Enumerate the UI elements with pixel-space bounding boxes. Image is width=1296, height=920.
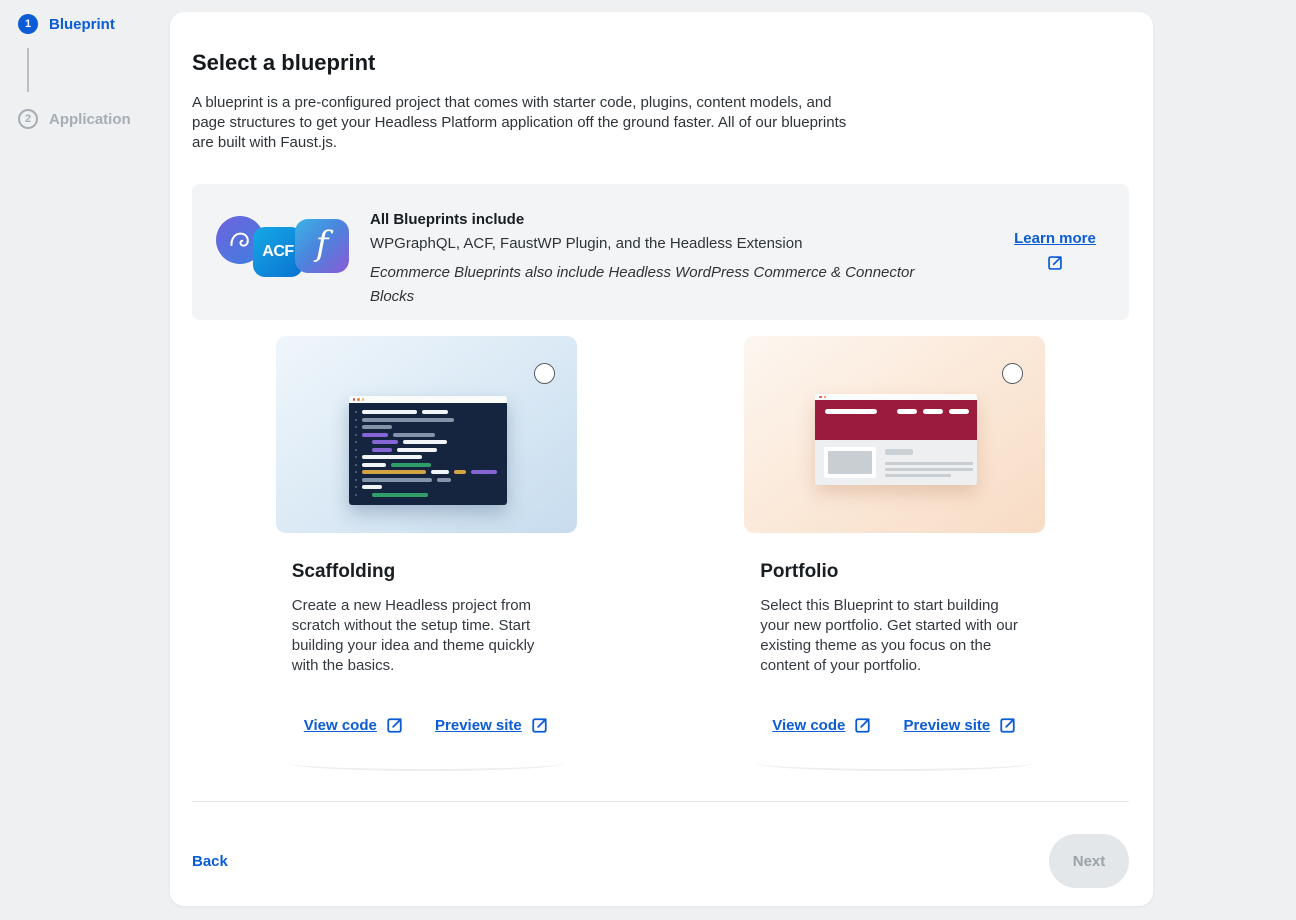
portfolio-radio-button[interactable]	[1002, 363, 1023, 384]
back-button[interactable]: Back	[192, 853, 228, 870]
website-mockup	[815, 394, 977, 485]
scaffolding-radio-button[interactable]	[534, 363, 555, 384]
include-box-title: All Blueprints include	[370, 212, 1005, 228]
stepper-step-blueprint[interactable]: 1 Blueprint	[18, 14, 131, 34]
blueprints-include-box: ACF f All Blueprints include WPGraphQL, …	[192, 184, 1129, 320]
faustjs-logo-icon: f	[295, 219, 349, 273]
step-1-label: Blueprint	[49, 16, 115, 33]
card-bottom-divider	[756, 763, 1033, 771]
include-box-text: All Blueprints include WPGraphQL, ACF, F…	[370, 208, 1005, 309]
editor-titlebar	[349, 396, 507, 403]
code-editor-mockup	[349, 396, 507, 505]
learn-more[interactable]: Learn more	[1005, 230, 1105, 272]
scaffolding-preview-image[interactable]	[276, 336, 577, 533]
scaffolding-preview-site-link[interactable]: Preview site	[435, 716, 549, 735]
step-2-label: Application	[49, 111, 131, 128]
portfolio-links: View code Preview site	[744, 716, 1045, 735]
scaffolding-links: View code Preview site	[276, 716, 577, 735]
step-2-circle: 2	[18, 109, 38, 129]
stepper-step-application: 2 Application	[18, 109, 131, 129]
view-code-label: View code	[772, 717, 845, 734]
learn-more-link[interactable]: Learn more	[1014, 230, 1096, 247]
preview-site-label: Preview site	[435, 717, 522, 734]
scaffolding-title: Scaffolding	[292, 560, 577, 583]
wizard-stepper: 1 Blueprint 2 Application	[18, 14, 131, 129]
page-title: Select a blueprint	[192, 50, 1129, 76]
portfolio-view-code-link[interactable]: View code	[772, 716, 872, 735]
include-box-line2: Ecommerce Blueprints also include Headle…	[370, 261, 920, 309]
page-description: A blueprint is a pre-configured project …	[192, 93, 864, 153]
blueprint-cards: Scaffolding Create a new Headless projec…	[192, 336, 1129, 771]
stepper-connector-line	[27, 48, 29, 92]
site-hero	[815, 400, 977, 440]
step-1-circle: 1	[18, 14, 38, 34]
plugin-logos: ACF f	[216, 214, 370, 284]
view-code-label: View code	[304, 717, 377, 734]
blueprint-card-scaffolding[interactable]: Scaffolding Create a new Headless projec…	[276, 336, 577, 771]
next-button[interactable]: Next	[1049, 834, 1129, 888]
portfolio-preview-image[interactable]	[744, 336, 1045, 533]
blueprint-card-portfolio[interactable]: Portfolio Select this Blueprint to start…	[744, 336, 1045, 771]
site-content	[815, 440, 977, 485]
scaffolding-view-code-link[interactable]: View code	[304, 716, 404, 735]
preview-site-label: Preview site	[904, 717, 991, 734]
card-column-scaffolding: Scaffolding Create a new Headless projec…	[192, 336, 661, 771]
external-link-icon	[530, 716, 549, 735]
external-link-icon	[998, 716, 1017, 735]
include-box-line1: WPGraphQL, ACF, FaustWP Plugin, and the …	[370, 236, 1005, 252]
scaffolding-description: Create a new Headless project from scrat…	[292, 596, 558, 676]
editor-body	[349, 403, 507, 505]
card-column-portfolio: Portfolio Select this Blueprint to start…	[661, 336, 1130, 771]
portfolio-description: Select this Blueprint to start building …	[760, 596, 1026, 676]
blueprint-panel: Select a blueprint A blueprint is a pre-…	[170, 12, 1153, 906]
card-bottom-divider	[288, 763, 565, 771]
external-link-icon	[385, 716, 404, 735]
wizard-footer: Back Next	[192, 802, 1129, 920]
external-link-icon	[853, 716, 872, 735]
external-link-icon	[1046, 254, 1064, 272]
portfolio-title: Portfolio	[760, 560, 1045, 583]
portfolio-preview-site-link[interactable]: Preview site	[904, 716, 1018, 735]
